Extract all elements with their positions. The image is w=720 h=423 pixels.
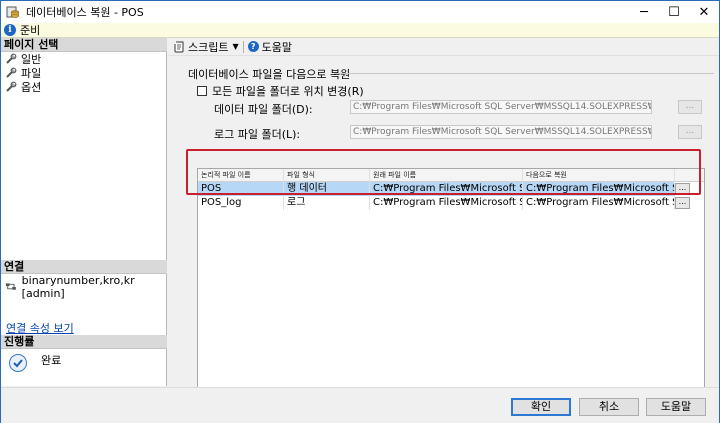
table-row[interactable]: POS_log 로그 C:₩Program Files₩Microsoft S.… (198, 196, 704, 210)
window-title: 데이터베이스 복원 - POS (26, 6, 144, 19)
cell-file-type[interactable]: 행 데이터 (284, 182, 370, 196)
column-header-file-type[interactable]: 파일 형식 (284, 169, 370, 182)
data-folder-browse-button: ... (678, 100, 702, 114)
help-icon: ? (247, 41, 259, 52)
ok-button[interactable]: 확인 (511, 398, 571, 416)
cell-original-file-name[interactable]: C:₩Program Files₩Microsoft S... (370, 196, 523, 210)
help-button[interactable]: 도움말 (646, 398, 706, 416)
database-files-grid: 논리적 파일 이름 파일 형식 원래 파일 이름 다음으로 복원 POS 행 데… (197, 168, 705, 389)
cell-logical-name[interactable]: POS_log (198, 196, 284, 210)
chevron-down-icon[interactable]: ▼ (232, 42, 238, 51)
wrench-icon (6, 67, 17, 78)
view-connection-properties-link[interactable]: 연결 속성 보기 (6, 320, 74, 336)
toolbar-help-button[interactable]: ? 도움말 (247, 39, 293, 55)
cancel-button[interactable]: 취소 (579, 398, 639, 416)
relocate-all-files-checkbox[interactable] (197, 86, 207, 96)
connection-icon (5, 283, 16, 290)
database-app-icon (6, 6, 19, 18)
cell-file-type[interactable]: 로그 (284, 196, 370, 210)
dialog-button-bar: 확인 취소 도움말 (1, 387, 719, 423)
cell-restore-as[interactable]: C:₩Program Files₩Microsoft S... (523, 182, 675, 196)
group-divider (334, 73, 714, 74)
check-icon (9, 354, 27, 372)
toolbar-separator (242, 40, 244, 53)
column-header-original-file-name[interactable]: 원래 파일 이름 (370, 169, 523, 182)
restore-files-group-title: 데이터베이스 파일을 다음으로 복원 (188, 68, 351, 81)
page-item-general[interactable]: 일반 (5, 52, 41, 66)
log-folder-label: 로그 파일 폴더(L): (214, 128, 301, 141)
close-button[interactable]: ✕ (689, 1, 719, 23)
restore-as-browse-button[interactable]: ... (675, 183, 690, 195)
cell-logical-name[interactable]: POS (198, 182, 284, 196)
script-button[interactable]: 스크립트 ▼ (173, 39, 239, 55)
cell-original-file-name[interactable]: C:₩Program Files₩Microsoft S... (370, 182, 523, 196)
toolbar: 스크립트 ▼ ? 도움말 (168, 38, 719, 56)
log-folder-field: C:₩Program Files₩Microsoft SQL Server₩MS… (350, 125, 652, 139)
right-panel: 스크립트 ▼ ? 도움말 데이터베이스 파일을 다음으로 복원 모든 파일을 폴… (168, 38, 719, 389)
wrench-icon (6, 53, 17, 64)
grid-header: 논리적 파일 이름 파일 형식 원래 파일 이름 다음으로 복원 (198, 169, 704, 182)
script-label: 스크립트 (188, 40, 229, 54)
log-folder-browse-button: ... (678, 125, 702, 139)
restore-database-window: 데이터베이스 복원 - POS ─ ☐ ✕ i 준비 페이지 선택 일반 파일 (0, 0, 720, 423)
minimize-button[interactable]: ─ (629, 1, 659, 23)
maximize-button[interactable]: ☐ (659, 1, 689, 23)
script-icon (174, 41, 184, 52)
progress-status: 완료 (9, 352, 61, 372)
relocate-all-files-label: 모든 파일을 폴더로 위치 변경(R) (212, 85, 364, 98)
files-page-content: 데이터베이스 파일을 다음으로 복원 모든 파일을 폴더로 위치 변경(R) 데… (180, 59, 715, 389)
data-folder-label: 데이터 파일 폴더(D): (214, 103, 313, 116)
column-header-logical-name[interactable]: 논리적 파일 이름 (198, 169, 284, 182)
left-panel: 페이지 선택 일반 파일 옵션 연결 binarynumber,kro,kr [… (1, 38, 167, 386)
page-item-files[interactable]: 파일 (5, 66, 41, 80)
progress-header: 진행률 (1, 335, 167, 349)
restore-as-browse-button[interactable]: ... (675, 197, 690, 209)
connection-item: binarynumber,kro,kr [admin] (5, 274, 166, 300)
data-folder-field: C:₩Program Files₩Microsoft SQL Server₩MS… (350, 100, 652, 114)
info-icon: i (4, 24, 16, 36)
connection-header: 연결 (1, 260, 167, 274)
page-select-header: 페이지 선택 (1, 38, 167, 52)
page-item-label: 옵션 (21, 81, 42, 94)
connection-label: binarynumber,kro,kr [admin] (21, 274, 135, 300)
relocate-all-files-option[interactable]: 모든 파일을 폴더로 위치 변경(R) (197, 83, 364, 99)
cell-restore-as[interactable]: C:₩Program Files₩Microsoft S... (523, 196, 675, 210)
wrench-icon (6, 81, 17, 92)
toolbar-help-label: 도움말 (261, 40, 293, 54)
status-text: 준비 (20, 24, 41, 37)
column-header-restore-as[interactable]: 다음으로 복원 (523, 169, 675, 182)
status-bar: i 준비 (1, 23, 719, 38)
page-item-options[interactable]: 옵션 (5, 80, 41, 94)
title-bar[interactable]: 데이터베이스 복원 - POS ─ ☐ ✕ (1, 1, 719, 23)
progress-status-text: 완료 (41, 354, 62, 367)
table-row[interactable]: POS 행 데이터 C:₩Program Files₩Microsoft S..… (198, 182, 704, 196)
